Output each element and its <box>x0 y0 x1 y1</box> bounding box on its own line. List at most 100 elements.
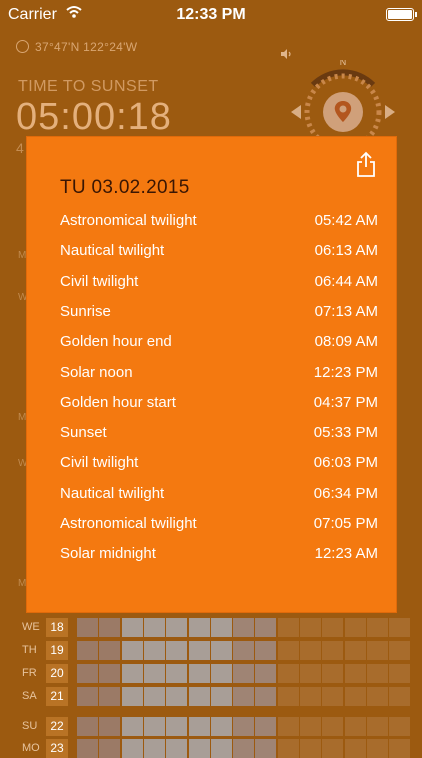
coordinates-text: 37°47'N 122°24'W <box>35 40 138 54</box>
calendar-cell[interactable] <box>121 641 143 660</box>
calendar-cell[interactable] <box>255 618 277 637</box>
calendar-cell[interactable] <box>277 739 299 758</box>
calendar-cell[interactable] <box>277 687 299 706</box>
calendar-cell[interactable] <box>277 717 299 736</box>
calendar-cell[interactable] <box>366 717 388 736</box>
calendar-cell[interactable] <box>233 739 255 758</box>
calendar-cell[interactable] <box>99 618 121 637</box>
calendar-cell[interactable] <box>143 641 165 660</box>
calendar-cell[interactable] <box>255 739 277 758</box>
calendar-cell[interactable] <box>233 687 255 706</box>
calendar-cell[interactable] <box>143 664 165 683</box>
calendar-cell[interactable] <box>210 664 232 683</box>
calendar-cell[interactable] <box>77 664 98 683</box>
calendar-cell[interactable] <box>255 641 277 660</box>
calendar-cell[interactable] <box>210 641 232 660</box>
calendar-cell[interactable] <box>143 717 165 736</box>
calendar-cell[interactable] <box>300 664 321 683</box>
day-number[interactable]: 22 <box>46 717 68 736</box>
calendar-cell[interactable] <box>188 618 210 637</box>
event-time: 12:23 PM <box>313 363 378 381</box>
calendar-cell[interactable] <box>143 687 165 706</box>
speaker-icon[interactable] <box>280 48 292 60</box>
calendar-cell[interactable] <box>366 618 388 637</box>
calendar-cell[interactable] <box>322 717 344 736</box>
calendar-cell[interactable] <box>322 664 344 683</box>
calendar-cell[interactable] <box>322 618 344 637</box>
calendar-cell[interactable] <box>77 618 98 637</box>
calendar-cell[interactable] <box>233 664 255 683</box>
calendar-cell[interactable] <box>121 739 143 758</box>
calendar-cell[interactable] <box>233 618 255 637</box>
share-icon[interactable] <box>356 151 376 177</box>
calendar-cell[interactable] <box>389 717 411 736</box>
calendar-cell[interactable] <box>300 687 321 706</box>
calendar-cell[interactable] <box>233 717 255 736</box>
calendar-cell[interactable] <box>344 664 366 683</box>
calendar-cell[interactable] <box>389 641 411 660</box>
calendar-cell[interactable] <box>188 717 210 736</box>
calendar-cell[interactable] <box>366 664 388 683</box>
calendar-cell[interactable] <box>366 739 388 758</box>
calendar-cell[interactable] <box>99 717 121 736</box>
calendar-cell[interactable] <box>344 739 366 758</box>
calendar-cell[interactable] <box>300 717 321 736</box>
calendar-cell[interactable] <box>121 618 143 637</box>
calendar-cell[interactable] <box>166 687 188 706</box>
calendar-cell[interactable] <box>322 641 344 660</box>
calendar-cell[interactable] <box>188 739 210 758</box>
calendar-cell[interactable] <box>99 687 121 706</box>
calendar-cell[interactable] <box>233 641 255 660</box>
calendar-cell[interactable] <box>255 664 277 683</box>
calendar-cell[interactable] <box>300 739 321 758</box>
calendar-cell[interactable] <box>277 641 299 660</box>
day-number[interactable]: 23 <box>46 739 68 758</box>
day-number[interactable]: 18 <box>46 618 68 637</box>
calendar-cell[interactable] <box>255 717 277 736</box>
calendar-cell[interactable] <box>77 739 98 758</box>
calendar-cell[interactable] <box>99 641 121 660</box>
calendar-cell[interactable] <box>143 739 165 758</box>
calendar-cell[interactable] <box>277 618 299 637</box>
calendar-cell[interactable] <box>121 687 143 706</box>
calendar-cell[interactable] <box>188 664 210 683</box>
calendar-cell[interactable] <box>389 618 411 637</box>
calendar-cell[interactable] <box>210 739 232 758</box>
calendar-cell[interactable] <box>99 664 121 683</box>
calendar-cell[interactable] <box>188 641 210 660</box>
calendar-cell[interactable] <box>277 664 299 683</box>
calendar-cell[interactable] <box>210 687 232 706</box>
day-number[interactable]: 20 <box>46 664 68 683</box>
calendar-cell[interactable] <box>366 641 388 660</box>
calendar-cell[interactable] <box>166 618 188 637</box>
calendar-cell[interactable] <box>188 687 210 706</box>
calendar-cell[interactable] <box>77 717 98 736</box>
calendar-cell[interactable] <box>300 618 321 637</box>
calendar-cell[interactable] <box>344 618 366 637</box>
calendar-cell[interactable] <box>344 717 366 736</box>
calendar-cell[interactable] <box>210 717 232 736</box>
calendar-cell[interactable] <box>77 641 98 660</box>
calendar-cell[interactable] <box>322 687 344 706</box>
calendar-cell[interactable] <box>366 687 388 706</box>
calendar-cell[interactable] <box>166 641 188 660</box>
calendar-cell[interactable] <box>389 664 411 683</box>
calendar-cell[interactable] <box>322 739 344 758</box>
calendar-cell[interactable] <box>143 618 165 637</box>
calendar-cell[interactable] <box>166 664 188 683</box>
calendar-cell[interactable] <box>121 717 143 736</box>
day-number[interactable]: 19 <box>46 641 68 660</box>
calendar-cell[interactable] <box>166 739 188 758</box>
calendar-cell[interactable] <box>344 687 366 706</box>
calendar-cell[interactable] <box>166 717 188 736</box>
calendar-cell[interactable] <box>121 664 143 683</box>
calendar-cell[interactable] <box>389 687 411 706</box>
calendar-cell[interactable] <box>77 687 98 706</box>
calendar-cell[interactable] <box>99 739 121 758</box>
calendar-cell[interactable] <box>255 687 277 706</box>
calendar-cell[interactable] <box>300 641 321 660</box>
calendar-cell[interactable] <box>210 618 232 637</box>
day-number[interactable]: 21 <box>46 687 68 706</box>
calendar-cell[interactable] <box>344 641 366 660</box>
calendar-cell[interactable] <box>389 739 411 758</box>
